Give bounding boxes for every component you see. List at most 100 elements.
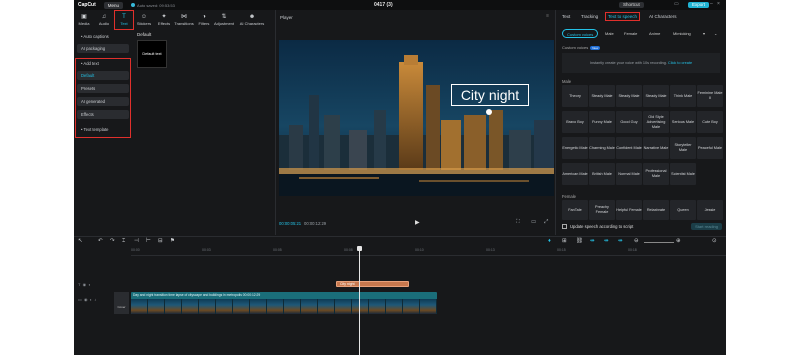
voice-card[interactable]: Relaxbrate: [643, 200, 669, 220]
voice-card[interactable]: Normal Male: [616, 163, 642, 185]
create-voice-link[interactable]: Click to create: [668, 61, 692, 65]
main-track-icon[interactable]: ⊞: [562, 238, 567, 244]
fit-icon[interactable]: ⊙: [712, 238, 717, 244]
zoom-slider[interactable]: [644, 242, 674, 243]
cover-button[interactable]: Cover: [114, 292, 129, 314]
chip-anime[interactable]: Anime: [649, 29, 660, 38]
playhead[interactable]: [359, 247, 360, 355]
select-icon[interactable]: ↖: [78, 238, 83, 244]
playhead-handle[interactable]: [357, 246, 362, 251]
voice-card[interactable]: Bravo Boy: [562, 111, 588, 133]
voice-card[interactable]: Good Guy: [616, 111, 642, 133]
voice-card[interactable]: Steady Male: [616, 85, 642, 107]
voice-card[interactable]: Helpful Female: [616, 200, 642, 220]
rotate-handle-icon[interactable]: [486, 109, 492, 115]
filter-icon[interactable]: ▾: [703, 29, 705, 38]
voice-card[interactable]: Steady Male: [589, 85, 615, 107]
link-icon[interactable]: ⛓: [576, 238, 583, 244]
undo-icon[interactable]: ↶: [98, 238, 103, 244]
tab-ai-characters[interactable]: AI Characters: [649, 14, 677, 19]
update-checkbox[interactable]: [562, 224, 567, 229]
start-reading-button[interactable]: Start reading: [691, 223, 722, 230]
close-icon[interactable]: ×: [717, 1, 720, 7]
mic-icon[interactable]: ♦: [548, 238, 551, 244]
create-voice-box[interactable]: Instantly create your voice with 10s rec…: [562, 53, 720, 73]
voice-card[interactable]: American Male: [562, 163, 588, 185]
video-track-controls[interactable]: ▭ ◉ ◐ ♪: [78, 297, 96, 302]
split-left-icon[interactable]: ⊣: [134, 238, 139, 244]
voice-card[interactable]: Feminine Male II: [697, 85, 723, 107]
voice-card[interactable]: Cute Boy: [697, 111, 723, 133]
tool-filters[interactable]: ◑ Filters: [194, 10, 214, 30]
marker-icon[interactable]: ⚑: [170, 238, 175, 244]
zoom-in-icon[interactable]: ⊕: [676, 238, 681, 244]
menu-button[interactable]: Menu: [103, 1, 124, 9]
tool-media[interactable]: ▣ Media: [74, 10, 94, 30]
split-icon[interactable]: ⌶: [122, 238, 125, 245]
voice-card[interactable]: Narrative Male: [643, 137, 669, 159]
chip-custom-voices[interactable]: Custom voices: [562, 29, 599, 38]
tab-text[interactable]: Text: [562, 14, 570, 19]
chip-female[interactable]: Female: [624, 29, 637, 38]
voice-card[interactable]: Queen: [670, 200, 696, 220]
sidebar-item-auto-captions[interactable]: • Auto captions: [77, 32, 129, 41]
voice-card[interactable]: Storyteller Male: [670, 137, 696, 159]
shortcut-button[interactable]: Shortcut: [619, 2, 644, 8]
delete-icon[interactable]: ⊟: [158, 238, 163, 244]
voice-card[interactable]: Jessie: [697, 200, 723, 220]
voice-card[interactable]: Energetic Male: [562, 137, 588, 159]
tick-label: 00:18: [628, 248, 637, 252]
chip-mimicking[interactable]: Mimicking: [673, 29, 691, 38]
tab-tracking[interactable]: Tracking: [581, 14, 598, 19]
text-track-controls[interactable]: T ◉ ◐: [78, 282, 91, 287]
voice-card[interactable]: Peaceful Male: [697, 137, 723, 159]
voice-card[interactable]: Serious Male: [670, 111, 696, 133]
video-clip[interactable]: Day and night transition time lapse of c…: [131, 292, 437, 314]
tool-audio[interactable]: ♫ Audio: [94, 10, 114, 30]
voice-card[interactable]: Steady Male: [643, 85, 669, 107]
export-button[interactable]: Export: [688, 2, 710, 8]
dropdown-icon[interactable]: ⌄: [714, 29, 717, 38]
zoom-out-icon[interactable]: ⊖: [634, 238, 639, 244]
tool-adjustment[interactable]: ⇅ Adjustment: [214, 10, 234, 30]
tool-effects[interactable]: ✦ Effects: [154, 10, 174, 30]
voice-card[interactable]: Think Male: [670, 85, 696, 107]
tool-transitions[interactable]: ⋈ Transitions: [174, 10, 194, 30]
text-overlay-box[interactable]: City night: [451, 84, 529, 106]
voice-card[interactable]: Scientist Male: [670, 163, 696, 185]
play-icon[interactable]: ▶: [415, 219, 420, 226]
voice-card[interactable]: Preachy Female: [589, 200, 615, 220]
project-title[interactable]: 0417 (3): [374, 2, 393, 8]
redo-icon[interactable]: ↷: [110, 238, 115, 244]
tool-text[interactable]: T Text: [114, 10, 134, 30]
video-preview[interactable]: City night: [279, 40, 554, 196]
minimize-icon[interactable]: –: [710, 1, 713, 7]
tab-text-to-speech[interactable]: Text to speech: [605, 12, 641, 21]
voice-card[interactable]: British Male: [589, 163, 615, 185]
fullscreen-icon[interactable]: ⤢: [544, 219, 548, 226]
chip-male[interactable]: Male: [605, 29, 614, 38]
update-speech-row[interactable]: Update speech according to script: [562, 224, 633, 229]
default-text-card[interactable]: Default text: [137, 40, 167, 68]
more-icon[interactable]: ≡: [546, 13, 549, 19]
sidebar-item-ai-packaging[interactable]: AI packaging: [77, 44, 129, 53]
voice-card[interactable]: Old Style Advertising Male: [643, 111, 669, 133]
layout-icon[interactable]: ▭: [674, 1, 679, 7]
voice-card[interactable]: Charming Male: [589, 137, 615, 159]
voice-card[interactable]: FanTale: [562, 200, 588, 220]
time-ruler[interactable]: 00:00 00:03 00:05 00:08 00:10 00:13 00:1…: [131, 248, 726, 256]
snap-icon[interactable]: ⇹: [604, 238, 609, 244]
voice-card[interactable]: Funny Male: [589, 111, 615, 133]
voice-card[interactable]: Professional Male: [643, 163, 669, 185]
crop-icon[interactable]: ⛶: [516, 219, 520, 226]
tool-ai-characters[interactable]: ☻ AI Characters: [234, 10, 270, 30]
magnet-icon[interactable]: ⇹: [590, 238, 595, 244]
preview-axis-icon[interactable]: ⇹: [618, 238, 623, 244]
voice-card[interactable]: Theory: [562, 85, 588, 107]
voice-card[interactable]: Confident Male: [616, 137, 642, 159]
tool-stickers[interactable]: ☺ Stickers: [134, 10, 154, 30]
tick-label: 00:10: [415, 248, 424, 252]
ratio-icon[interactable]: ▭: [531, 219, 536, 225]
text-clip[interactable]: City night: [336, 281, 409, 287]
split-right-icon[interactable]: ⊢: [146, 238, 151, 244]
